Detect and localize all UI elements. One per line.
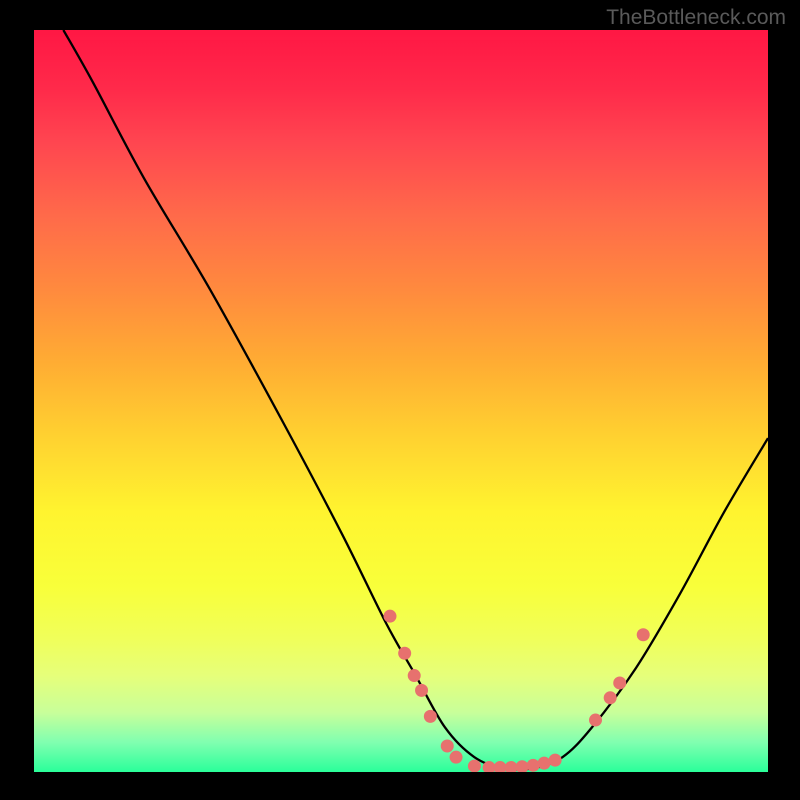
data-marker [408,669,421,682]
data-marker [613,676,626,689]
chart-plot-area [34,30,768,772]
bottleneck-curve [63,30,768,770]
data-marker [441,740,454,753]
data-marker [538,757,551,770]
data-marker [637,628,650,641]
data-marker [383,610,396,623]
data-markers [383,610,649,772]
watermark-text: TheBottleneck.com [606,6,786,30]
chart-svg [34,30,768,772]
data-marker [589,714,602,727]
data-marker [494,761,507,772]
data-marker [604,691,617,704]
data-marker [398,647,411,660]
data-marker [424,710,437,723]
data-marker [468,760,481,772]
data-marker [516,760,529,772]
data-marker [549,754,562,767]
data-marker [415,684,428,697]
data-marker [450,751,463,764]
data-marker [527,759,540,772]
